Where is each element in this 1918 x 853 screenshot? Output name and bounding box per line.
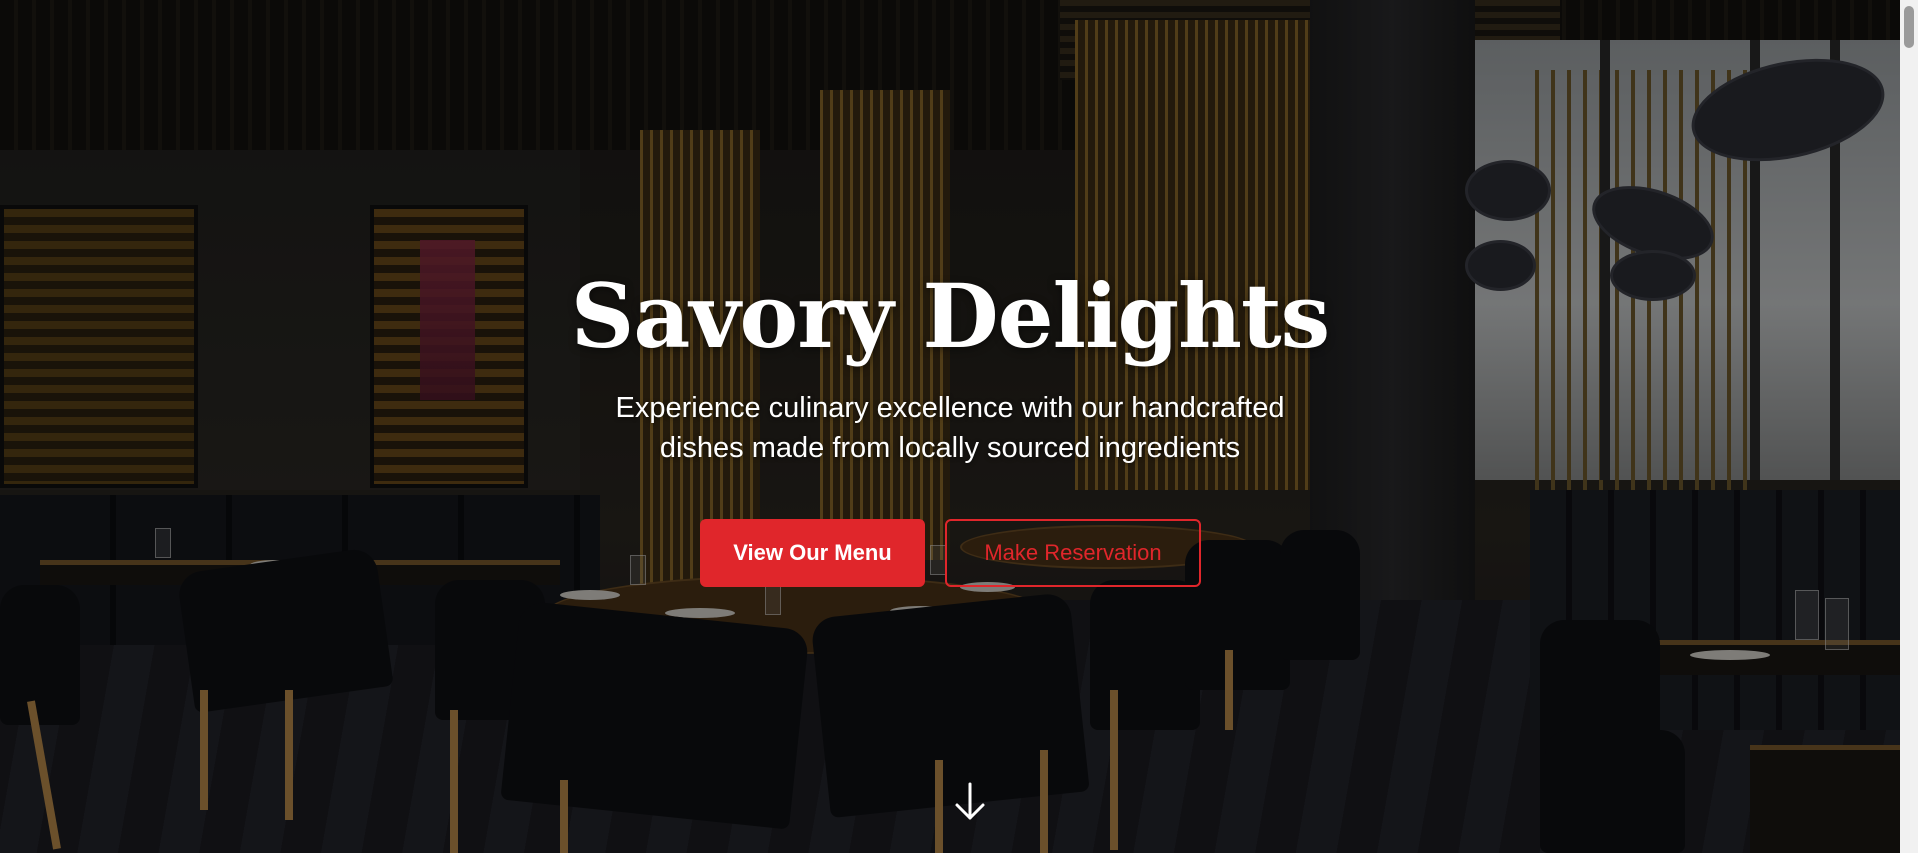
view-menu-button[interactable]: View Our Menu xyxy=(700,519,925,587)
hero-section: Savory Delights Experience culinary exce… xyxy=(0,0,1900,853)
hero-title: Savory Delights xyxy=(570,264,1330,368)
hero-subtitle: Experience culinary excellence with our … xyxy=(560,388,1340,468)
scrollbar-thumb[interactable] xyxy=(1904,6,1914,48)
arrow-down-icon[interactable] xyxy=(950,780,990,824)
hero-subtitle-line: Experience culinary excellence with our … xyxy=(615,392,1285,424)
page-scrollbar[interactable] xyxy=(1900,0,1918,853)
hero-subtitle-line: dishes made from locally sourced ingredi… xyxy=(659,432,1241,464)
make-reservation-button[interactable]: Make Reservation xyxy=(945,519,1201,587)
